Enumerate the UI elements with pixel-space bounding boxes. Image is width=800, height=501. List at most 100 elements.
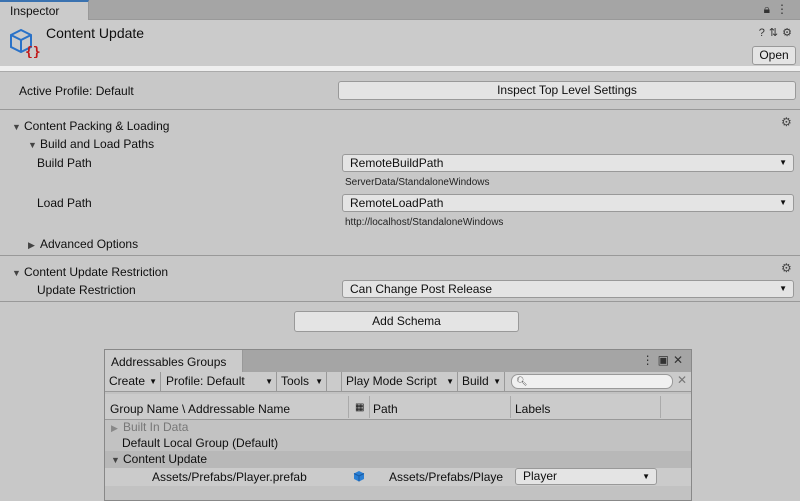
groups-column-header: Group Name \ Addressable Name ▦ Path Lab… [105,394,691,420]
dropdown-arrow-icon: ▼ [779,158,787,167]
lock-icon[interactable]: 🔒︎ [764,2,776,16]
create-label: Create [109,374,146,388]
build-load-paths-foldout[interactable]: ▼ Build and Load Paths [28,137,154,151]
header-divider [0,66,800,72]
tab-controls: 🔒︎⋮ [764,2,794,17]
column-path[interactable]: Path [373,402,398,416]
load-path-resolved: http://localhost/StandaloneWindows [345,217,504,228]
build-path-dropdown[interactable]: RemoteBuildPath ▼ [342,154,794,172]
column-divider[interactable] [348,396,349,418]
dropdown-arrow-icon: ▼ [265,377,273,386]
kebab-menu-icon[interactable]: ⋮ [642,353,658,367]
expanded-triangle-icon: ▼ [111,455,120,465]
column-labels[interactable]: Labels [515,402,550,416]
group-name: Content Update [123,452,208,466]
clear-search-icon[interactable]: ✕ [677,373,687,387]
tab-label: Addressables Groups [111,355,227,369]
entry-label-value: Player [523,469,558,483]
profile-menu[interactable]: Profile: Default ▼ [162,372,277,391]
entry-name: Assets/Prefabs/Player.prefab [152,470,307,484]
dropdown-arrow-icon: ▼ [779,198,787,207]
advanced-options-label: Advanced Options [40,237,139,251]
maximize-icon[interactable]: ▣ [658,353,673,367]
advanced-options-foldout[interactable]: ▶ Advanced Options [28,237,138,251]
column-group-name[interactable]: Group Name \ Addressable Name [110,402,290,416]
tools-label: Tools [281,374,310,388]
column-divider[interactable] [510,396,511,418]
tab-bar: Inspector 🔒︎⋮ [0,0,800,21]
divider [0,255,800,256]
group-row-default-local[interactable]: Default Local Group (Default) [105,435,691,452]
addressables-groups-window: Addressables Groups ⋮▣✕ Create ▼ Profile:… [104,349,692,501]
groups-tab-bar: Addressables Groups ⋮▣✕ [105,350,691,373]
inspector-header: {} Content Update ?⇅⚙ [0,20,800,66]
expanded-triangle-icon: ▼ [12,122,21,132]
expanded-triangle-icon: ▼ [12,268,21,278]
divider [0,301,800,302]
active-profile-label: Active Profile: Default [19,84,134,98]
load-path-label: Load Path [37,196,92,210]
build-path-resolved: ServerData/StandaloneWindows [345,177,490,188]
open-button[interactable]: Open [752,46,796,65]
svg-text:{}: {} [25,45,40,58]
content-packing-foldout[interactable]: ▼ Content Packing & Loading [12,119,169,133]
update-restriction-label: Update Restriction [37,283,136,297]
preset-icon[interactable]: ⇅ [769,27,782,39]
collapsed-triangle-icon: ▶ [28,240,35,250]
help-icon[interactable]: ? [759,27,769,39]
divider [0,109,800,110]
dropdown-arrow-icon: ▼ [779,284,787,293]
subsection-title: Build and Load Paths [40,137,155,151]
group-row-built-in-data[interactable]: ▶ Built In Data [105,419,691,436]
update-restriction-dropdown[interactable]: Can Change Post Release ▼ [342,280,794,298]
type-icon-column[interactable]: ▦ [355,402,364,413]
section-title: Content Update Restriction [24,265,169,279]
entry-labels-dropdown[interactable]: Player ▼ [515,468,657,485]
dropdown-arrow-icon: ▼ [642,472,650,481]
group-row-content-update[interactable]: ▼ Content Update [105,451,691,468]
page-title: Content Update [46,25,145,41]
update-restriction-value: Can Change Post Release [350,282,493,296]
gear-icon[interactable]: ⚙ [781,261,792,275]
build-label: Build [462,374,489,388]
search-icon: 🔍︎ [516,376,528,386]
build-path-value: RemoteBuildPath [350,156,444,170]
inspect-top-level-settings-button[interactable]: Inspect Top Level Settings [338,81,796,100]
play-mode-label: Play Mode Script [346,374,437,388]
prefab-icon [353,471,365,482]
create-menu[interactable]: Create ▼ [105,372,161,391]
column-divider[interactable] [660,396,661,418]
entry-row[interactable]: Assets/Prefabs/Player.prefab Assets/Pref… [105,468,691,486]
gear-icon[interactable]: ⚙ [781,115,792,129]
tab-inspector[interactable]: Inspector [0,0,89,21]
column-divider[interactable] [369,396,370,418]
tab-inspector-label: Inspector [10,4,60,18]
dropdown-arrow-icon: ▼ [315,377,323,386]
content-update-schema-icon: {} [10,28,40,58]
inspector-window: Inspector 🔒︎⋮ {} Content Update ?⇅⚙ Open… [0,0,800,501]
gear-icon[interactable]: ⚙ [782,27,796,39]
header-tools: ?⇅⚙ [759,26,796,39]
build-menu[interactable]: Build ▼ [458,372,505,391]
tools-menu[interactable]: Tools ▼ [277,372,327,391]
kebab-menu-icon[interactable]: ⋮ [776,2,794,16]
play-mode-script-menu[interactable]: Play Mode Script ▼ [341,372,458,391]
dropdown-arrow-icon: ▼ [493,377,501,386]
entry-path: Assets/Prefabs/Playe [389,470,504,484]
tab-addressables-groups[interactable]: Addressables Groups [105,350,243,373]
load-path-dropdown[interactable]: RemoteLoadPath ▼ [342,194,794,212]
load-path-value: RemoteLoadPath [350,196,444,210]
section-title: Content Packing & Loading [24,119,170,133]
window-controls: ⋮▣✕ [642,353,687,367]
content-update-restriction-foldout[interactable]: ▼ Content Update Restriction [12,265,168,279]
search-input[interactable]: 🔍︎ [511,374,673,389]
add-schema-button[interactable]: Add Schema [294,311,519,332]
build-path-label: Build Path [37,156,92,170]
close-icon[interactable]: ✕ [673,353,687,367]
groups-toolbar: Create ▼ Profile: Default ▼ Tools ▼ Play Mo… [105,372,691,392]
dropdown-arrow-icon: ▼ [446,377,454,386]
collapsed-triangle-icon: ▶ [111,423,118,433]
profile-label: Profile: Default [166,374,245,388]
expanded-triangle-icon: ▼ [28,140,37,150]
group-name: Default Local Group (Default) [122,436,279,450]
